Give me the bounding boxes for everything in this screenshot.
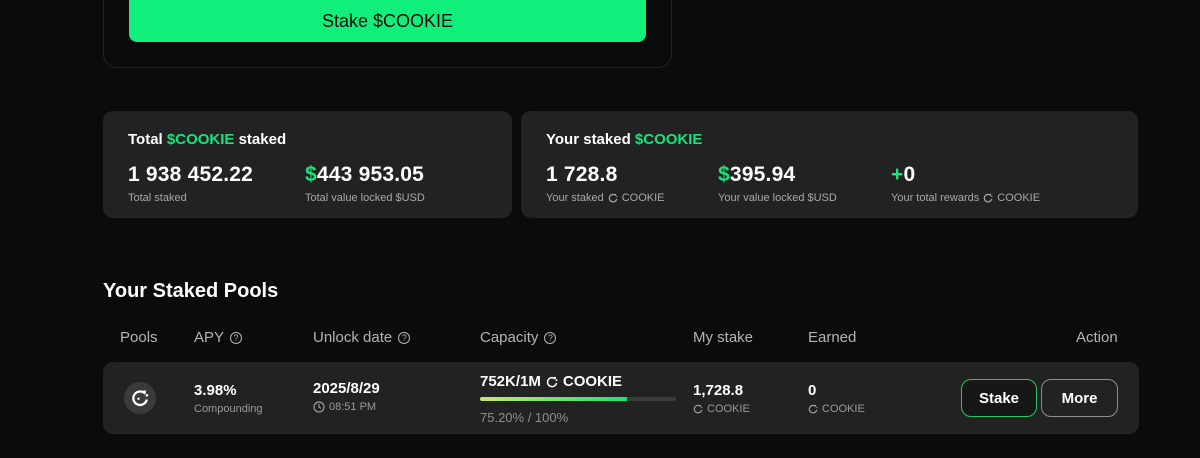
total-staked-stat: 1 938 452.22 Total staked — [128, 163, 253, 204]
your-value-value: $395.94 — [718, 163, 796, 186]
total-staked-card: Total $COOKIE staked 1 938 452.22 Total … — [103, 111, 512, 218]
capacity-progress-fill — [480, 397, 628, 401]
card-title: Total $COOKIE staked — [128, 131, 287, 148]
tvl-label: Total value locked $USD — [305, 192, 425, 204]
your-value-stat: $395.94 Your value locked $USD — [718, 163, 837, 204]
capacity-percent: 75.20% / 100% — [480, 410, 569, 425]
your-staked-stat: 1 728.8 Your staked COOKIE — [546, 163, 665, 204]
apy-cell: 3.98% Compounding — [194, 382, 263, 415]
rewards-label: Your total rewards COOKIE — [891, 192, 1041, 204]
total-staked-value: 1 938 452.22 — [128, 163, 254, 186]
rewards-value: +0 — [891, 163, 916, 186]
cookie-icon — [693, 404, 703, 414]
header-earned: Earned — [808, 329, 857, 346]
unlock-time: 08:51 PM — [313, 401, 380, 413]
header-unlock-date: Unlock date? — [313, 329, 411, 346]
your-staked-value: 1 728.8 — [546, 163, 618, 186]
stake-button[interactable]: Stake — [961, 379, 1037, 417]
card-title: Your staked $COOKIE — [546, 131, 703, 148]
help-circle-icon[interactable]: ? — [398, 331, 411, 344]
section-title: Your Staked Pools — [103, 280, 279, 302]
header-action: Action — [1076, 329, 1118, 346]
your-staked-label: Your staked COOKIE — [546, 192, 665, 204]
stake-cookie-button[interactable]: Stake $COOKIE — [129, 0, 646, 42]
apy-sub: Compounding — [194, 403, 263, 415]
header-apy: APY? — [194, 329, 243, 346]
apy-value: 3.98% — [194, 382, 237, 399]
help-circle-icon[interactable]: ? — [544, 331, 557, 344]
tvl-stat: $443 953.05 Total value locked $USD — [305, 163, 425, 204]
your-value-label: Your value locked $USD — [718, 192, 837, 204]
header-pools: Pools — [120, 329, 158, 346]
cookie-icon — [608, 193, 618, 203]
unlock-date: 2025/8/29 — [313, 380, 380, 397]
tvl-value: $443 953.05 — [305, 163, 424, 186]
table-row[interactable]: 3.98% Compounding 2025/8/29 08:51 PM 752… — [103, 362, 1139, 434]
my-stake-cell: 1,728.8 COOKIE — [693, 382, 750, 415]
cookie-icon — [546, 376, 558, 387]
earned-value: 0 — [808, 382, 817, 399]
unlock-cell: 2025/8/29 08:51 PM — [313, 380, 380, 413]
my-stake-unit: COOKIE — [693, 403, 750, 415]
your-staked-card: Your staked $COOKIE 1 728.8 Your staked … — [521, 111, 1138, 218]
cookie-icon — [984, 193, 993, 203]
header-my-stake: My stake — [693, 329, 754, 346]
my-stake-value: 1,728.8 — [693, 382, 744, 399]
total-staked-label: Total staked — [128, 192, 187, 204]
more-button[interactable]: More — [1041, 379, 1118, 417]
header-capacity: Capacity? — [480, 329, 557, 346]
capacity-progress-bar — [480, 397, 676, 401]
earned-cell: 0 COOKIE — [808, 382, 865, 415]
clock-icon — [313, 401, 325, 413]
capacity-value: 752K/1M COOKIE — [480, 373, 623, 390]
capacity-cell: 752K/1M COOKIE — [480, 373, 622, 390]
rewards-stat: +0 Your total rewards COOKIE — [891, 163, 1040, 204]
help-circle-icon[interactable]: ? — [230, 331, 243, 344]
cookie-icon — [808, 404, 818, 414]
cookie-icon — [124, 382, 156, 414]
earned-unit: COOKIE — [808, 403, 865, 415]
